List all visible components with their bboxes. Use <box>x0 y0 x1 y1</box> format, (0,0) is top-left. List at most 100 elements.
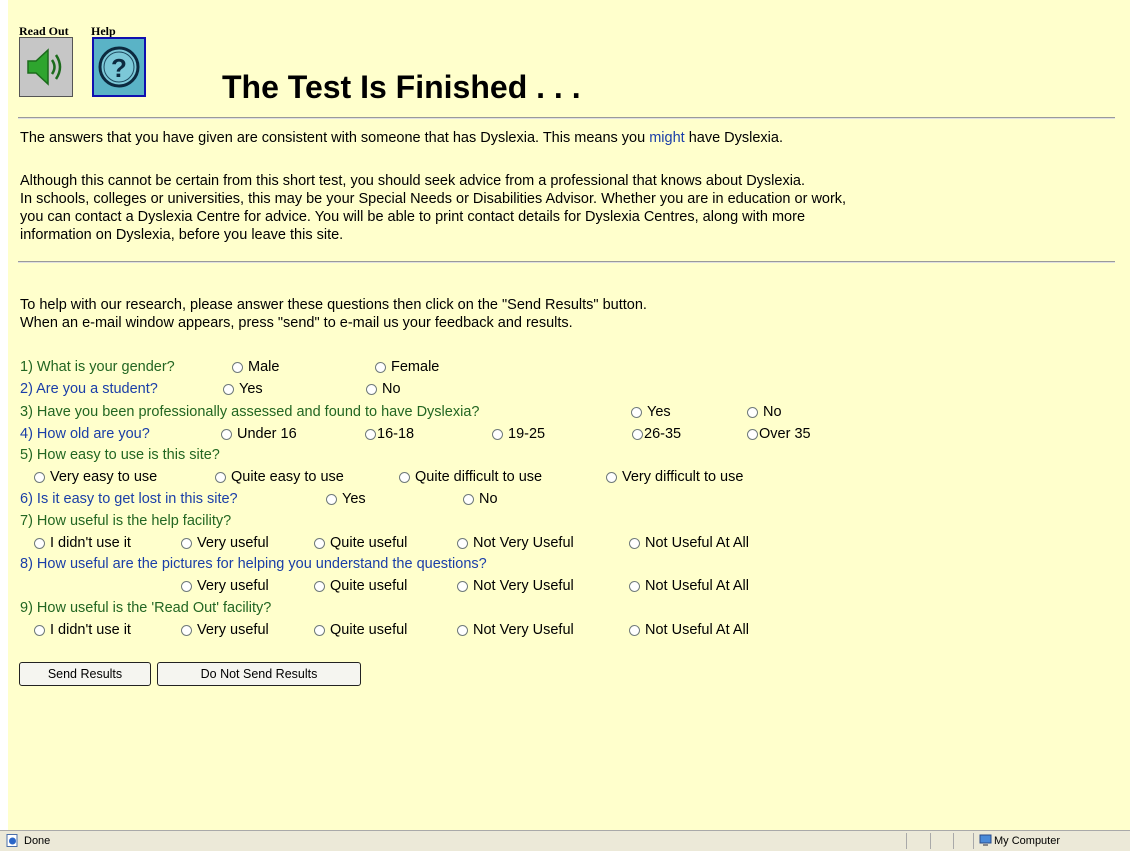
option-yes[interactable]: Yes <box>631 403 671 421</box>
divider <box>906 833 907 849</box>
option-no[interactable]: No <box>747 403 782 421</box>
radio-button[interactable] <box>223 383 234 395</box>
page-icon <box>6 834 18 847</box>
radio-button[interactable] <box>181 580 192 592</box>
option-label: Quite useful <box>330 578 408 594</box>
option-no[interactable]: No <box>463 490 498 508</box>
divider <box>953 833 954 849</box>
option-label: Not Useful At All <box>645 535 749 551</box>
option-label: Quite difficult to use <box>415 469 543 485</box>
radio-button[interactable] <box>629 580 640 592</box>
radio-button[interactable] <box>365 428 376 440</box>
option-label: No <box>479 491 498 507</box>
option-label: Quite useful <box>330 622 408 638</box>
option-label: 26-35 <box>644 426 682 442</box>
option-quite-useful[interactable]: Quite useful <box>314 534 407 552</box>
option-over-35[interactable]: Over 35 <box>747 425 811 443</box>
radio-button[interactable] <box>457 624 468 636</box>
radio-button[interactable] <box>399 471 410 483</box>
option-quite-useful[interactable]: Quite useful <box>314 621 407 639</box>
option-not-useful-at-all[interactable]: Not Useful At All <box>629 577 749 595</box>
option-not-useful-at-all[interactable]: Not Useful At All <box>629 621 749 639</box>
result-statement: The answers that you have given are cons… <box>20 129 783 147</box>
radio-button[interactable] <box>34 471 45 483</box>
radio-button[interactable] <box>606 471 617 483</box>
question-label: 5) How easy to use is this site? <box>20 447 220 463</box>
question-label: 6) Is it easy to get lost in this site? <box>20 491 238 507</box>
radio-button[interactable] <box>457 580 468 592</box>
radio-button[interactable] <box>632 428 643 440</box>
page-content: Read Out Help ? The Test Is Finished . .… <box>8 0 1130 830</box>
send-results-button[interactable]: Send Results <box>19 662 151 686</box>
option-not-very-useful[interactable]: Not Very Useful <box>457 534 574 552</box>
option-very-easy[interactable]: Very easy to use <box>34 468 157 486</box>
advice-line: you can contact a Dyslexia Centre for ad… <box>20 209 806 225</box>
help-button[interactable]: ? <box>92 37 146 97</box>
radio-button[interactable] <box>631 406 642 418</box>
option-very-useful[interactable]: Very useful <box>181 534 269 552</box>
divider <box>930 833 931 849</box>
result-text-suffix: have Dyslexia. <box>684 130 783 146</box>
radio-button[interactable] <box>221 428 232 440</box>
option-quite-useful[interactable]: Quite useful <box>314 577 407 595</box>
research-instructions: To help with our research, please answer… <box>20 297 647 313</box>
radio-button[interactable] <box>314 537 325 549</box>
question-label: 9) How useful is the 'Read Out' facility… <box>20 600 272 616</box>
radio-button[interactable] <box>747 428 758 440</box>
read-out-button[interactable] <box>19 37 73 97</box>
option-under-16[interactable]: Under 16 <box>221 425 297 443</box>
radio-button[interactable] <box>463 493 474 505</box>
option-no[interactable]: No <box>366 380 401 398</box>
option-yes[interactable]: Yes <box>326 490 366 508</box>
option-not-useful-at-all[interactable]: Not Useful At All <box>629 534 749 552</box>
radio-button[interactable] <box>629 624 640 636</box>
might-text: might <box>649 130 685 146</box>
radio-button[interactable] <box>366 383 377 395</box>
option-very-useful[interactable]: Very useful <box>181 577 269 595</box>
option-label: Very easy to use <box>50 469 158 485</box>
radio-button[interactable] <box>375 361 386 373</box>
status-bar: Done My Computer <box>0 830 1130 851</box>
option-not-very-useful[interactable]: Not Very Useful <box>457 621 574 639</box>
radio-button[interactable] <box>181 624 192 636</box>
radio-button[interactable] <box>314 580 325 592</box>
radio-button[interactable] <box>314 624 325 636</box>
option-yes[interactable]: Yes <box>223 380 263 398</box>
option-19-25[interactable]: 19-25 <box>492 425 545 443</box>
option-label: I didn't use it <box>50 622 131 638</box>
option-not-very-useful[interactable]: Not Very Useful <box>457 577 574 595</box>
option-quite-easy[interactable]: Quite easy to use <box>215 468 344 486</box>
result-text-prefix: The answers that you have given are cons… <box>20 130 650 146</box>
option-label: Male <box>248 359 280 375</box>
radio-button[interactable] <box>457 537 468 549</box>
option-didnt-use[interactable]: I didn't use it <box>34 621 131 639</box>
svg-text:?: ? <box>111 53 127 83</box>
radio-button[interactable] <box>232 361 243 373</box>
radio-button[interactable] <box>326 493 337 505</box>
question-label: 1) What is your gender? <box>20 359 175 375</box>
option-16-18[interactable]: 16-18 <box>365 425 414 443</box>
option-quite-difficult[interactable]: Quite difficult to use <box>399 468 542 486</box>
option-didnt-use[interactable]: I didn't use it <box>34 534 131 552</box>
security-zone-text: My Computer <box>994 835 1061 847</box>
question-label: 2) Are you a student? <box>20 381 158 397</box>
radio-button[interactable] <box>34 537 45 549</box>
option-female[interactable]: Female <box>375 358 439 376</box>
divider <box>18 261 1115 263</box>
option-label: Over 35 <box>759 426 811 442</box>
option-very-useful[interactable]: Very useful <box>181 621 269 639</box>
speaker-icon <box>20 38 72 96</box>
option-label: Very useful <box>197 578 269 594</box>
option-26-35[interactable]: 26-35 <box>632 425 681 443</box>
option-male[interactable]: Male <box>232 358 279 376</box>
do-not-send-results-button[interactable]: Do Not Send Results <box>157 662 361 686</box>
radio-button[interactable] <box>492 428 503 440</box>
radio-button[interactable] <box>215 471 226 483</box>
radio-button[interactable] <box>629 537 640 549</box>
radio-button[interactable] <box>181 537 192 549</box>
radio-button[interactable] <box>34 624 45 636</box>
option-very-difficult[interactable]: Very difficult to use <box>606 468 743 486</box>
advice-line: In schools, colleges or universities, th… <box>20 191 847 207</box>
option-label: Female <box>391 359 440 375</box>
radio-button[interactable] <box>747 406 758 418</box>
